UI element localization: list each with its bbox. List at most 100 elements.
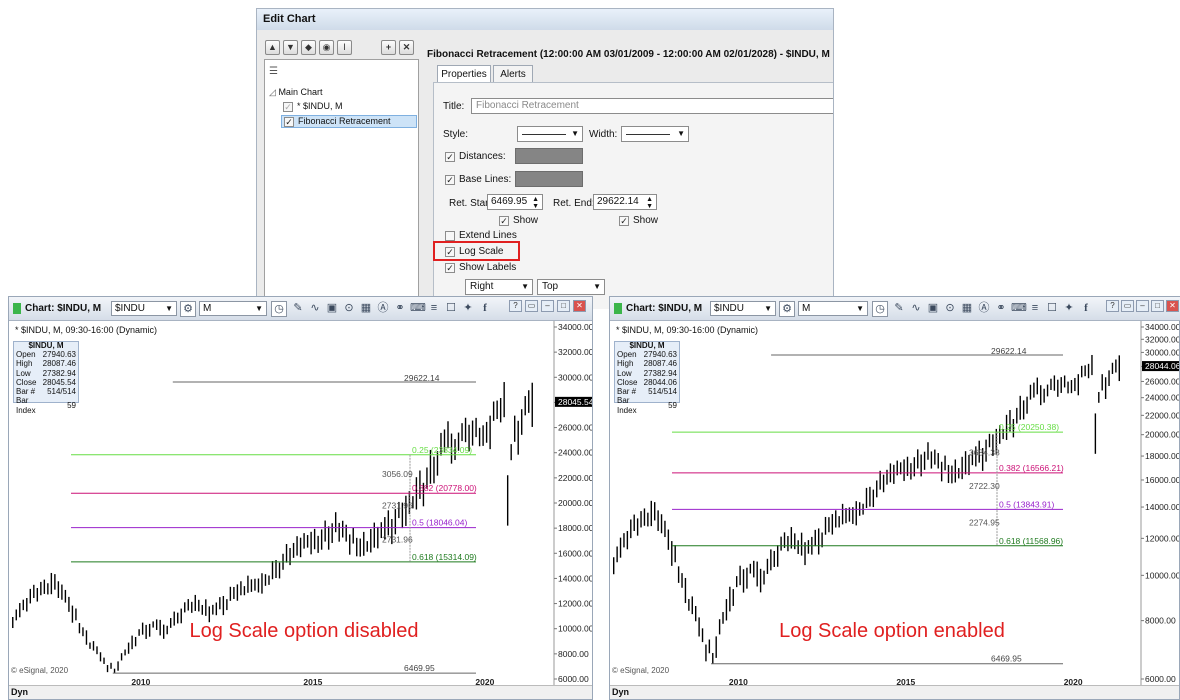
clock-icon[interactable]: ◷ <box>872 301 888 317</box>
interval-input[interactable]: M ▼ <box>798 301 868 316</box>
y-tick-label: 24000.00 <box>558 448 592 458</box>
price-chart[interactable]: 34000.0032000.0030000.0028000.0026000.00… <box>610 321 1179 687</box>
window-title: Chart: $INDU, M <box>25 303 102 314</box>
symbol-input[interactable]: $INDU ▼ <box>111 301 177 316</box>
chevron-down-icon: ▼ <box>255 304 263 313</box>
interval-input[interactable]: M ▼ <box>199 301 267 316</box>
help-button[interactable]: ? <box>509 300 522 312</box>
twitter-icon[interactable]: ✦ <box>461 301 475 315</box>
ret-end-input[interactable]: 29622.14 ▲ ▼ <box>593 194 657 210</box>
show-start-checkbox[interactable]: ✓ <box>499 216 509 226</box>
monitor-icon[interactable]: ▣ <box>325 301 339 315</box>
title-input[interactable]: Fibonacci Retracement <box>471 98 833 114</box>
v-align-select[interactable]: Top ▼ <box>537 279 605 295</box>
list-icon[interactable]: ≡ <box>427 301 441 315</box>
y-tick-label: 20000.00 <box>558 498 592 508</box>
template-icon[interactable]: ▦ <box>960 301 974 315</box>
keyboard-icon[interactable]: ⌨ <box>1011 301 1027 315</box>
chevron-down-icon: ▼ <box>165 304 173 313</box>
delete-icon[interactable]: ✕ <box>399 40 414 55</box>
help-button[interactable]: ? <box>1106 300 1119 312</box>
h-align-select[interactable]: Right ▼ <box>465 279 533 295</box>
log-scale-checkbox[interactable]: ✓ <box>445 247 455 257</box>
facebook-icon[interactable]: f <box>1079 301 1093 315</box>
curve-icon[interactable]: ∿ <box>909 301 923 315</box>
style-select[interactable]: ▼ <box>517 126 583 142</box>
maximize-button[interactable]: □ <box>1151 300 1164 312</box>
status-bar: Dyn <box>9 685 592 699</box>
price-chart[interactable]: 34000.0032000.0030000.0028000.0026000.00… <box>9 321 592 687</box>
text-icon[interactable]: I <box>337 40 352 55</box>
spinner-icon[interactable]: ▲ ▼ <box>532 196 539 210</box>
chart-tree: ☰ ◿ Main Chart ✓ * $INDU, M ✓ Fibonacci … <box>264 59 419 309</box>
collapse-icon[interactable]: ◿ <box>269 87 276 97</box>
arrow-up-icon[interactable]: ▲ <box>265 40 280 55</box>
checkbox-fibonacci[interactable]: ✓ <box>284 117 294 127</box>
baselines-checkbox[interactable]: ✓ <box>445 175 455 185</box>
play-icon[interactable]: ⊙ <box>342 301 356 315</box>
fib-level-label: 0.618 (15314.09) <box>412 552 477 562</box>
sort-icon[interactable]: ☰ <box>269 66 278 77</box>
y-tick-label: 14000.00 <box>558 573 592 583</box>
maximize-button[interactable]: □ <box>557 300 570 312</box>
minimize-button[interactable]: – <box>541 300 554 312</box>
minimize-button[interactable]: – <box>1136 300 1149 312</box>
twitter-icon[interactable]: ✦ <box>1062 301 1076 315</box>
fib-top-label: 29622.14 <box>404 373 440 383</box>
ret-start-input[interactable]: 6469.95 ▲ ▼ <box>487 194 543 210</box>
dynamic-mode-label[interactable]: Dyn <box>11 687 28 697</box>
clock-icon[interactable]: ◷ <box>271 301 287 317</box>
tree-item-label: Fibonacci Retracement <box>298 116 391 126</box>
alert-icon[interactable]: Ⓐ <box>376 301 390 315</box>
show-labels-checkbox[interactable]: ✓ <box>445 263 455 273</box>
alert-icon[interactable]: Ⓐ <box>977 301 991 315</box>
show-end-checkbox[interactable]: ✓ <box>619 216 629 226</box>
close-button[interactable]: ✕ <box>573 300 586 312</box>
dynamic-mode-label[interactable]: Dyn <box>612 687 629 697</box>
close-button[interactable]: ✕ <box>1166 300 1179 312</box>
monitor-icon[interactable]: ▣ <box>926 301 940 315</box>
draw-icon[interactable]: ✎ <box>892 301 906 315</box>
chat-icon[interactable]: ☐ <box>444 301 458 315</box>
chat-icon[interactable]: ☐ <box>1045 301 1059 315</box>
link-icon[interactable]: ⚭ <box>994 301 1008 315</box>
symbol-input[interactable]: $INDU ▼ <box>710 301 776 316</box>
draw-icon[interactable]: ✎ <box>291 301 305 315</box>
facebook-icon[interactable]: f <box>478 301 492 315</box>
settings-icon[interactable]: ⚙ <box>180 301 196 317</box>
eye-icon[interactable]: ◉ <box>319 40 334 55</box>
restore-button[interactable]: ▭ <box>525 300 538 312</box>
list-icon[interactable]: ≡ <box>1028 301 1042 315</box>
tree-item-fibonacci[interactable]: ✓ Fibonacci Retracement <box>281 115 417 128</box>
fib-level-label: 0.618 (11568.96) <box>999 536 1063 546</box>
checkbox-indu[interactable]: ✓ <box>283 102 293 112</box>
tree-root[interactable]: ◿ Main Chart <box>269 87 322 98</box>
distances-checkbox[interactable]: ✓ <box>445 152 455 162</box>
link-icon[interactable]: ⚭ <box>393 301 407 315</box>
baselines-color[interactable] <box>515 171 583 187</box>
play-icon[interactable]: ⊙ <box>943 301 957 315</box>
tab-alerts[interactable]: Alerts <box>493 65 533 82</box>
fib-level-label: 0.5 (13843.91) <box>999 499 1054 509</box>
spinner-icon[interactable]: ▲ ▼ <box>646 196 653 210</box>
arrow-down-icon[interactable]: ▼ <box>283 40 298 55</box>
distances-color[interactable] <box>515 148 583 164</box>
restore-button[interactable]: ▭ <box>1121 300 1134 312</box>
y-tick-label: 16000.00 <box>1145 475 1179 485</box>
fib-level-label: 0.382 (16566.21) <box>999 463 1064 473</box>
width-select[interactable]: ▼ <box>621 126 689 142</box>
curve-icon[interactable]: ∿ <box>308 301 322 315</box>
add-icon[interactable]: + <box>381 40 396 55</box>
tab-properties[interactable]: Properties <box>437 65 491 82</box>
y-tick-label: 30000.00 <box>1145 347 1179 357</box>
template-icon[interactable]: ▦ <box>359 301 373 315</box>
tree-item-label: * $INDU, M <box>297 101 343 111</box>
move-icon[interactable]: ◆ <box>301 40 316 55</box>
distance-label: 3056.09 <box>382 469 413 479</box>
extend-lines-checkbox[interactable] <box>445 231 455 241</box>
settings-icon[interactable]: ⚙ <box>779 301 795 317</box>
fib-bottom-label: 6469.95 <box>404 663 435 673</box>
y-tick-label: 6000.00 <box>558 674 589 684</box>
distance-label: 2274.95 <box>969 518 1000 528</box>
keyboard-icon[interactable]: ⌨ <box>410 301 426 315</box>
